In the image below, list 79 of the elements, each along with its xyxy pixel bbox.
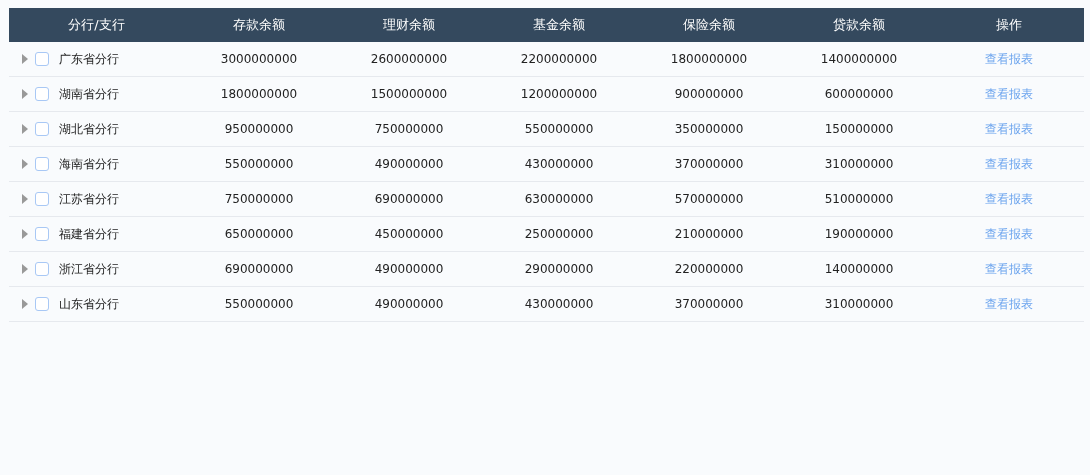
table-cell-text: 290000000: [523, 262, 595, 276]
table-cell-text: 310000000: [823, 157, 895, 171]
view-report-link[interactable]: 查看报表: [985, 120, 1033, 138]
table-cell: 广东省分行: [59, 50, 119, 68]
table-cell-text: 900000000: [673, 87, 745, 101]
table-cell-text: 140000000: [823, 262, 895, 276]
table-cell: 海南省分行: [59, 155, 119, 173]
table-cell-text: 510000000: [823, 192, 895, 206]
table-cell-text: 570000000: [673, 192, 745, 206]
column-header: 操作: [995, 16, 1023, 34]
expand-arrow-icon[interactable]: [21, 229, 29, 239]
expand-arrow-icon[interactable]: [21, 299, 29, 309]
table-cell: 浙江省分行: [59, 260, 119, 278]
table-cell-text: 1200000000: [519, 87, 599, 101]
table-cell-text: 750000000: [373, 122, 445, 136]
checkbox[interactable]: [35, 87, 49, 101]
table-cell-text: 220000000: [673, 262, 745, 276]
expand-arrow-icon[interactable]: [21, 159, 29, 169]
table-cell: 湖北省分行: [59, 120, 119, 138]
table-cell-text: 550000000: [223, 157, 295, 171]
table-cell: 山东省分行: [59, 295, 119, 313]
checkbox[interactable]: [35, 192, 49, 206]
table-cell-text: 630000000: [523, 192, 595, 206]
table-cell-text: 650000000: [223, 227, 295, 241]
table-cell-text: 600000000: [823, 87, 895, 101]
table-cell-text: 690000000: [223, 262, 295, 276]
checkbox[interactable]: [35, 52, 49, 66]
table-cell-text: 370000000: [673, 157, 745, 171]
table-cell-text: 2600000000: [369, 52, 449, 66]
column-header: 分行/支行: [67, 16, 126, 34]
table-cell-text: 750000000: [223, 192, 295, 206]
checkbox[interactable]: [35, 262, 49, 276]
table-cell-text: 550000000: [223, 297, 295, 311]
table-cell-text: 210000000: [673, 227, 745, 241]
checkbox[interactable]: [35, 227, 49, 241]
table-cell: 江苏省分行: [59, 190, 119, 208]
checkbox[interactable]: [35, 157, 49, 171]
table-cell: 湖南省分行: [59, 85, 119, 103]
column-header: 理财余额: [382, 16, 436, 34]
table-cell-text: 2200000000: [519, 52, 599, 66]
table-cell-text: 490000000: [373, 157, 445, 171]
table-cell-text: 1400000000: [819, 52, 899, 66]
table-cell-text: 150000000: [823, 122, 895, 136]
expand-arrow-icon[interactable]: [21, 194, 29, 204]
table-cell-text: 490000000: [373, 262, 445, 276]
table-cell-text: 490000000: [373, 297, 445, 311]
table-cell: 福建省分行: [59, 225, 119, 243]
expand-arrow-icon[interactable]: [21, 89, 29, 99]
column-header: 贷款余额: [832, 16, 886, 34]
view-report-link[interactable]: 查看报表: [985, 260, 1033, 278]
table-cell-text: 350000000: [673, 122, 745, 136]
table-cell-text: 190000000: [823, 227, 895, 241]
table-cell-text: 430000000: [523, 297, 595, 311]
table-cell-text: 1800000000: [669, 52, 749, 66]
table-cell-text: 430000000: [523, 157, 595, 171]
checkbox[interactable]: [35, 297, 49, 311]
view-report-link[interactable]: 查看报表: [985, 155, 1033, 173]
table-cell-text: 450000000: [373, 227, 445, 241]
expand-arrow-icon[interactable]: [21, 264, 29, 274]
table-cell-text: 690000000: [373, 192, 445, 206]
expand-arrow-icon[interactable]: [21, 124, 29, 134]
view-report-link[interactable]: 查看报表: [985, 85, 1033, 103]
table-cell-text: 950000000: [223, 122, 295, 136]
view-report-link[interactable]: 查看报表: [985, 190, 1033, 208]
view-report-link[interactable]: 查看报表: [985, 225, 1033, 243]
table-cell-text: 3000000000: [219, 52, 299, 66]
column-header: 基金余额: [532, 16, 586, 34]
column-header: 保险余额: [682, 16, 736, 34]
view-report-link[interactable]: 查看报表: [985, 295, 1033, 313]
column-header: 存款余额: [232, 16, 286, 34]
table-cell-text: 250000000: [523, 227, 595, 241]
table-cell-text: 550000000: [523, 122, 595, 136]
table-cell-text: 310000000: [823, 297, 895, 311]
table-cell-text: 370000000: [673, 297, 745, 311]
table-cell-text: 1800000000: [219, 87, 299, 101]
view-report-link[interactable]: 查看报表: [985, 50, 1033, 68]
checkbox[interactable]: [35, 122, 49, 136]
table-cell-text: 1500000000: [369, 87, 449, 101]
expand-arrow-icon[interactable]: [21, 54, 29, 64]
